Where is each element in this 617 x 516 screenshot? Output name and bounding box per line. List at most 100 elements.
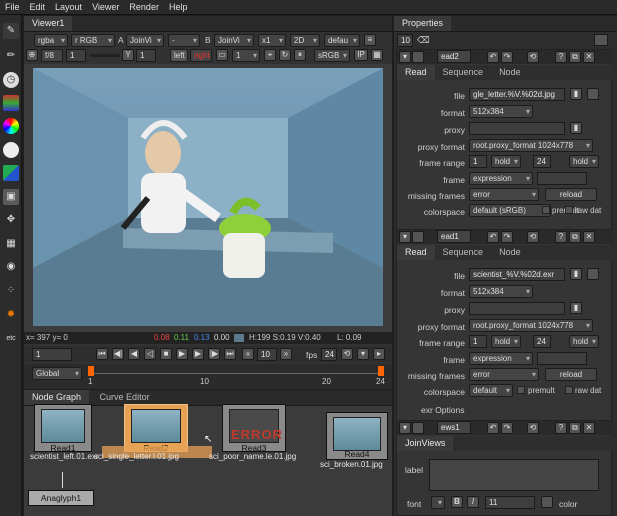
node-color-icon[interactable] <box>412 422 424 434</box>
step-forward-icon[interactable]: ▶ <box>192 348 204 360</box>
node-graph-panel[interactable]: Node Graph Curve Editor Read1 scientist_… <box>24 390 392 516</box>
node-color-icon[interactable] <box>412 231 424 243</box>
bold-button[interactable]: B <box>451 496 463 508</box>
menu-file[interactable]: File <box>0 0 25 12</box>
menu-edit[interactable]: Edit <box>25 0 51 12</box>
redo-icon[interactable]: ↷ <box>501 231 513 243</box>
refresh-icon[interactable]: ↻ <box>279 49 291 61</box>
tab-curve-editor[interactable]: Curve Editor <box>92 390 158 405</box>
other-icon[interactable]: etc <box>3 331 19 347</box>
reload-button[interactable]: reload <box>545 368 597 381</box>
keyer-icon[interactable] <box>3 165 19 181</box>
premult-checkbox[interactable] <box>517 386 525 394</box>
node-color-icon[interactable] <box>412 51 424 63</box>
first-frame-field[interactable]: 1 <box>469 335 487 348</box>
layer-select[interactable]: r RGB <box>71 34 115 47</box>
revert-icon[interactable]: ⟲ <box>527 51 539 63</box>
color-wheel-icon[interactable] <box>3 118 19 134</box>
menu-viewer[interactable]: Viewer <box>87 0 124 12</box>
zoom-select[interactable]: x1 <box>258 34 286 47</box>
lut-select[interactable]: defau <box>324 34 360 47</box>
help-icon[interactable]: ? <box>555 231 567 243</box>
raw-data-checkbox[interactable] <box>565 206 573 214</box>
view-mode-select[interactable]: 2D <box>290 34 320 47</box>
node-read3[interactable]: ERROR Read3 <box>222 404 286 453</box>
play-forward-icon[interactable]: ▶ <box>176 348 188 360</box>
paint-brush-icon[interactable]: ✎ <box>3 23 19 39</box>
3d-icon[interactable]: ▦ <box>3 236 19 252</box>
missing-frames-select[interactable]: error <box>469 368 539 381</box>
proxy-folder-icon[interactable]: ▮ <box>570 122 582 134</box>
gain-field[interactable]: 1 <box>66 49 86 62</box>
float-icon[interactable]: ⧉ <box>569 422 581 434</box>
gamma-field[interactable]: 1 <box>136 49 156 62</box>
tab-joinviews[interactable]: JoinViews <box>397 436 454 451</box>
particles-icon[interactable]: ✹ <box>3 307 19 323</box>
after-select[interactable]: hold <box>569 155 599 168</box>
folder-icon[interactable]: ▮ <box>570 88 582 100</box>
colorspace-select[interactable]: default <box>469 384 513 397</box>
ip-button[interactable]: IP <box>354 49 368 61</box>
font-size-field[interactable]: 11 <box>485 496 535 509</box>
gain-lock-icon[interactable]: ⊕ <box>26 49 38 61</box>
missing-frames-select[interactable]: error <box>469 188 539 201</box>
fstop-field[interactable]: f/8 <box>41 49 63 62</box>
first-frame-icon[interactable]: ⏮ <box>96 348 108 360</box>
tab-node[interactable]: Node <box>491 245 529 260</box>
next-icon[interactable]: ▸ <box>373 348 385 360</box>
tab-read[interactable]: Read <box>397 245 435 260</box>
b-input-select[interactable]: JoinVi <box>214 34 254 47</box>
viewer-canvas[interactable] <box>24 64 392 332</box>
close-icon[interactable]: ✕ <box>583 231 595 243</box>
reload-button[interactable]: reload <box>545 188 597 201</box>
input-process-icon[interactable]: ▭ <box>216 49 228 61</box>
draw-icon[interactable]: ✏ <box>3 48 19 64</box>
frame-select[interactable]: 1 <box>232 49 260 62</box>
last-frame-field[interactable]: 24 <box>533 155 551 168</box>
file-field[interactable]: scientist_%V.%02d.exr <box>469 268 565 281</box>
node-read4[interactable]: Read4 <box>326 412 388 460</box>
close-icon[interactable]: ✕ <box>583 422 595 434</box>
collapse-icon[interactable]: ▾ <box>399 51 411 63</box>
transform-icon[interactable]: ✥ <box>3 212 19 228</box>
channels-select[interactable]: rgba <box>34 34 68 47</box>
tab-viewer1[interactable]: Viewer1 <box>24 16 73 31</box>
redo-icon[interactable]: ↷ <box>501 51 513 63</box>
proxy-format-select[interactable]: root.proxy_format 1024x778 <box>469 319 593 332</box>
before-select[interactable]: hold <box>491 335 521 348</box>
menu-help[interactable]: Help <box>164 0 193 12</box>
file-menu-icon[interactable] <box>587 268 599 280</box>
filter-icon[interactable] <box>3 142 19 158</box>
after-select[interactable]: hold <box>569 335 599 348</box>
revert-icon[interactable]: ⟲ <box>527 231 539 243</box>
float-icon[interactable]: ⧉ <box>569 51 581 63</box>
loop-icon[interactable]: ⟲ <box>341 348 353 360</box>
folder-icon[interactable]: ▮ <box>570 268 582 280</box>
collapse-icon[interactable]: ▾ <box>399 422 411 434</box>
revert-icon[interactable]: ⟲ <box>527 422 539 434</box>
tab-read[interactable]: Read <box>397 65 435 80</box>
prev-keyframe-icon[interactable]: ◀| <box>112 348 124 360</box>
viewer-settings-icon[interactable]: ≡ <box>364 34 376 46</box>
float-icon[interactable]: ⧉ <box>569 231 581 243</box>
frame-mode-select[interactable]: expression <box>469 172 533 185</box>
raw-data-checkbox[interactable] <box>565 386 573 394</box>
playhead-marker[interactable] <box>88 366 94 376</box>
italic-button[interactable]: I <box>467 496 479 508</box>
max-panels-field[interactable]: 10 <box>397 34 413 47</box>
node-read1[interactable]: Read1 <box>34 404 92 453</box>
proxy-field[interactable] <box>469 122 565 135</box>
time-icon[interactable]: ◷ <box>3 72 19 88</box>
help-icon[interactable]: ? <box>555 422 567 434</box>
colorspace-select[interactable]: sRGB <box>314 49 350 62</box>
timeline-range-select[interactable]: Global <box>32 367 82 380</box>
frame-mode-select[interactable]: expression <box>469 352 533 365</box>
clear-panels-icon[interactable]: ⌫ <box>417 35 430 46</box>
proxy-format-select[interactable]: root.proxy_format 1024x778 <box>469 139 593 152</box>
metadata-icon[interactable]: ⁘ <box>3 283 19 299</box>
undo-icon[interactable]: ↶ <box>487 231 499 243</box>
format-select[interactable]: 512x384 <box>469 105 533 118</box>
undo-icon[interactable]: ↶ <box>487 51 499 63</box>
next-keyframe-icon[interactable]: |▶ <box>208 348 220 360</box>
step-back-icon[interactable]: ◀ <box>128 348 140 360</box>
